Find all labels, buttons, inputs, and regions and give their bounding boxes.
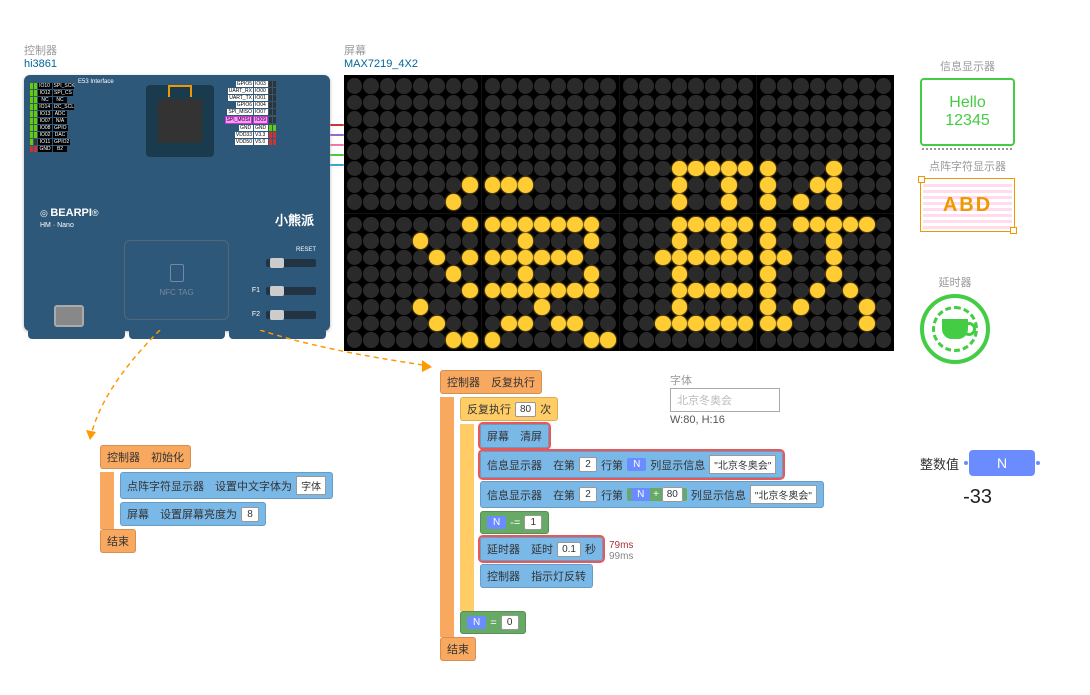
- wire-green: [330, 154, 344, 156]
- init-end[interactable]: 结束: [100, 529, 136, 553]
- timer-icon[interactable]: [920, 294, 990, 364]
- info-display[interactable]: Hello 12345: [920, 78, 1015, 146]
- switch-1[interactable]: [266, 259, 316, 267]
- e53-label: E53 Interface: [78, 79, 114, 85]
- timer-block: 延时器: [920, 274, 990, 364]
- code-loop[interactable]: 控制器 反复执行 反复执行80次 屏幕 清屏 信息显示器 在第 2行第 N列显示…: [440, 370, 824, 664]
- loop-msg2[interactable]: 信息显示器 在第 2行第 N + 80 列显示信息 "北京冬奥会": [480, 481, 824, 508]
- dotfont-sample: ABD: [923, 181, 1012, 229]
- loop-decr[interactable]: N-=1: [480, 511, 549, 534]
- dotfont-block: 点阵字符显示器 ABD: [920, 158, 1015, 232]
- loop-toggle[interactable]: 控制器 指示灯反转: [480, 564, 593, 588]
- loop-repeat[interactable]: 反复执行80次: [460, 397, 558, 421]
- info-line2: 12345: [945, 112, 990, 130]
- controller-chip: hi3861: [24, 58, 57, 70]
- reset-label: RESET: [296, 247, 316, 253]
- right-pin-block: GPIO5IO03UART_RXIO00UART_TXIO01GPIO6IO04…: [224, 81, 276, 146]
- int-badge[interactable]: 整数值 N: [920, 450, 1035, 476]
- init-brightness[interactable]: 屏幕 设置屏幕亮度为 8: [120, 502, 266, 526]
- divider-dots: [922, 148, 1012, 150]
- wire-pink: [330, 144, 344, 146]
- loop-clear[interactable]: 屏幕 清屏: [480, 424, 549, 448]
- delay-times: 79ms 99ms: [609, 540, 633, 562]
- led-matrix[interactable]: [344, 75, 894, 351]
- screen-label: 屏幕: [344, 42, 418, 58]
- f2-label: F2: [252, 311, 260, 318]
- wire-purple: [330, 134, 344, 136]
- f1-label: F1: [252, 287, 260, 294]
- intvar-name: N: [969, 450, 1035, 476]
- loop-reset-n[interactable]: N=0: [460, 611, 526, 634]
- timer-label: 延时器: [920, 274, 990, 290]
- controller-label: 控制器: [24, 42, 57, 58]
- loop-head[interactable]: 控制器 反复执行: [440, 370, 542, 394]
- controller-board[interactable]: E53 Interface IO10SPI_SCK IO12SPI_CS NCN…: [24, 75, 330, 331]
- dotfont-display[interactable]: ABD: [920, 178, 1015, 232]
- mcu-chip: [146, 85, 214, 157]
- wire-cyan: [330, 164, 344, 166]
- screen-chip: MAX7219_4X2: [344, 58, 418, 70]
- loop-msg1[interactable]: 信息显示器 在第 2行第 N列显示信息 "北京冬奥会": [480, 451, 783, 478]
- intvar-value: -33: [920, 486, 1035, 509]
- dotfont-label: 点阵字符显示器: [920, 158, 1015, 174]
- loop-delay[interactable]: 延时器 延时 0.1秒: [480, 537, 603, 561]
- switch-f2[interactable]: [266, 311, 316, 319]
- intvar-label: 整数值: [920, 454, 959, 473]
- wire-red: [330, 124, 344, 126]
- loop-end[interactable]: 结束: [440, 637, 476, 661]
- board-logo: ◎ BEARPI® HM · Nano: [40, 207, 99, 229]
- left-pin-block: IO10SPI_SCK IO12SPI_CS NCNC IO14I2C_SCL …: [28, 81, 76, 155]
- nfc-zone: NFC TAG: [124, 240, 229, 320]
- brand-label: 小熊派: [275, 210, 314, 229]
- info-display-label: 信息显示器: [920, 58, 1015, 74]
- info-line1: Hello: [949, 94, 985, 112]
- switch-f1[interactable]: [266, 287, 316, 295]
- controller-label-block: 控制器 hi3861: [24, 42, 57, 70]
- init-head[interactable]: 控制器 初始化: [100, 445, 191, 469]
- screen-label-block: 屏幕 MAX7219_4X2: [344, 42, 418, 70]
- info-display-block: 信息显示器 Hello 12345: [920, 58, 1015, 146]
- intvar-block: 整数值 N -33: [920, 450, 1035, 509]
- usb-port: [54, 305, 84, 327]
- cup-icon: [942, 319, 968, 339]
- init-setfont[interactable]: 点阵字符显示器 设置中文字体为 字体: [120, 472, 333, 499]
- code-init[interactable]: 控制器 初始化 点阵字符显示器 设置中文字体为 字体 屏幕 设置屏幕亮度为 8 …: [100, 445, 333, 556]
